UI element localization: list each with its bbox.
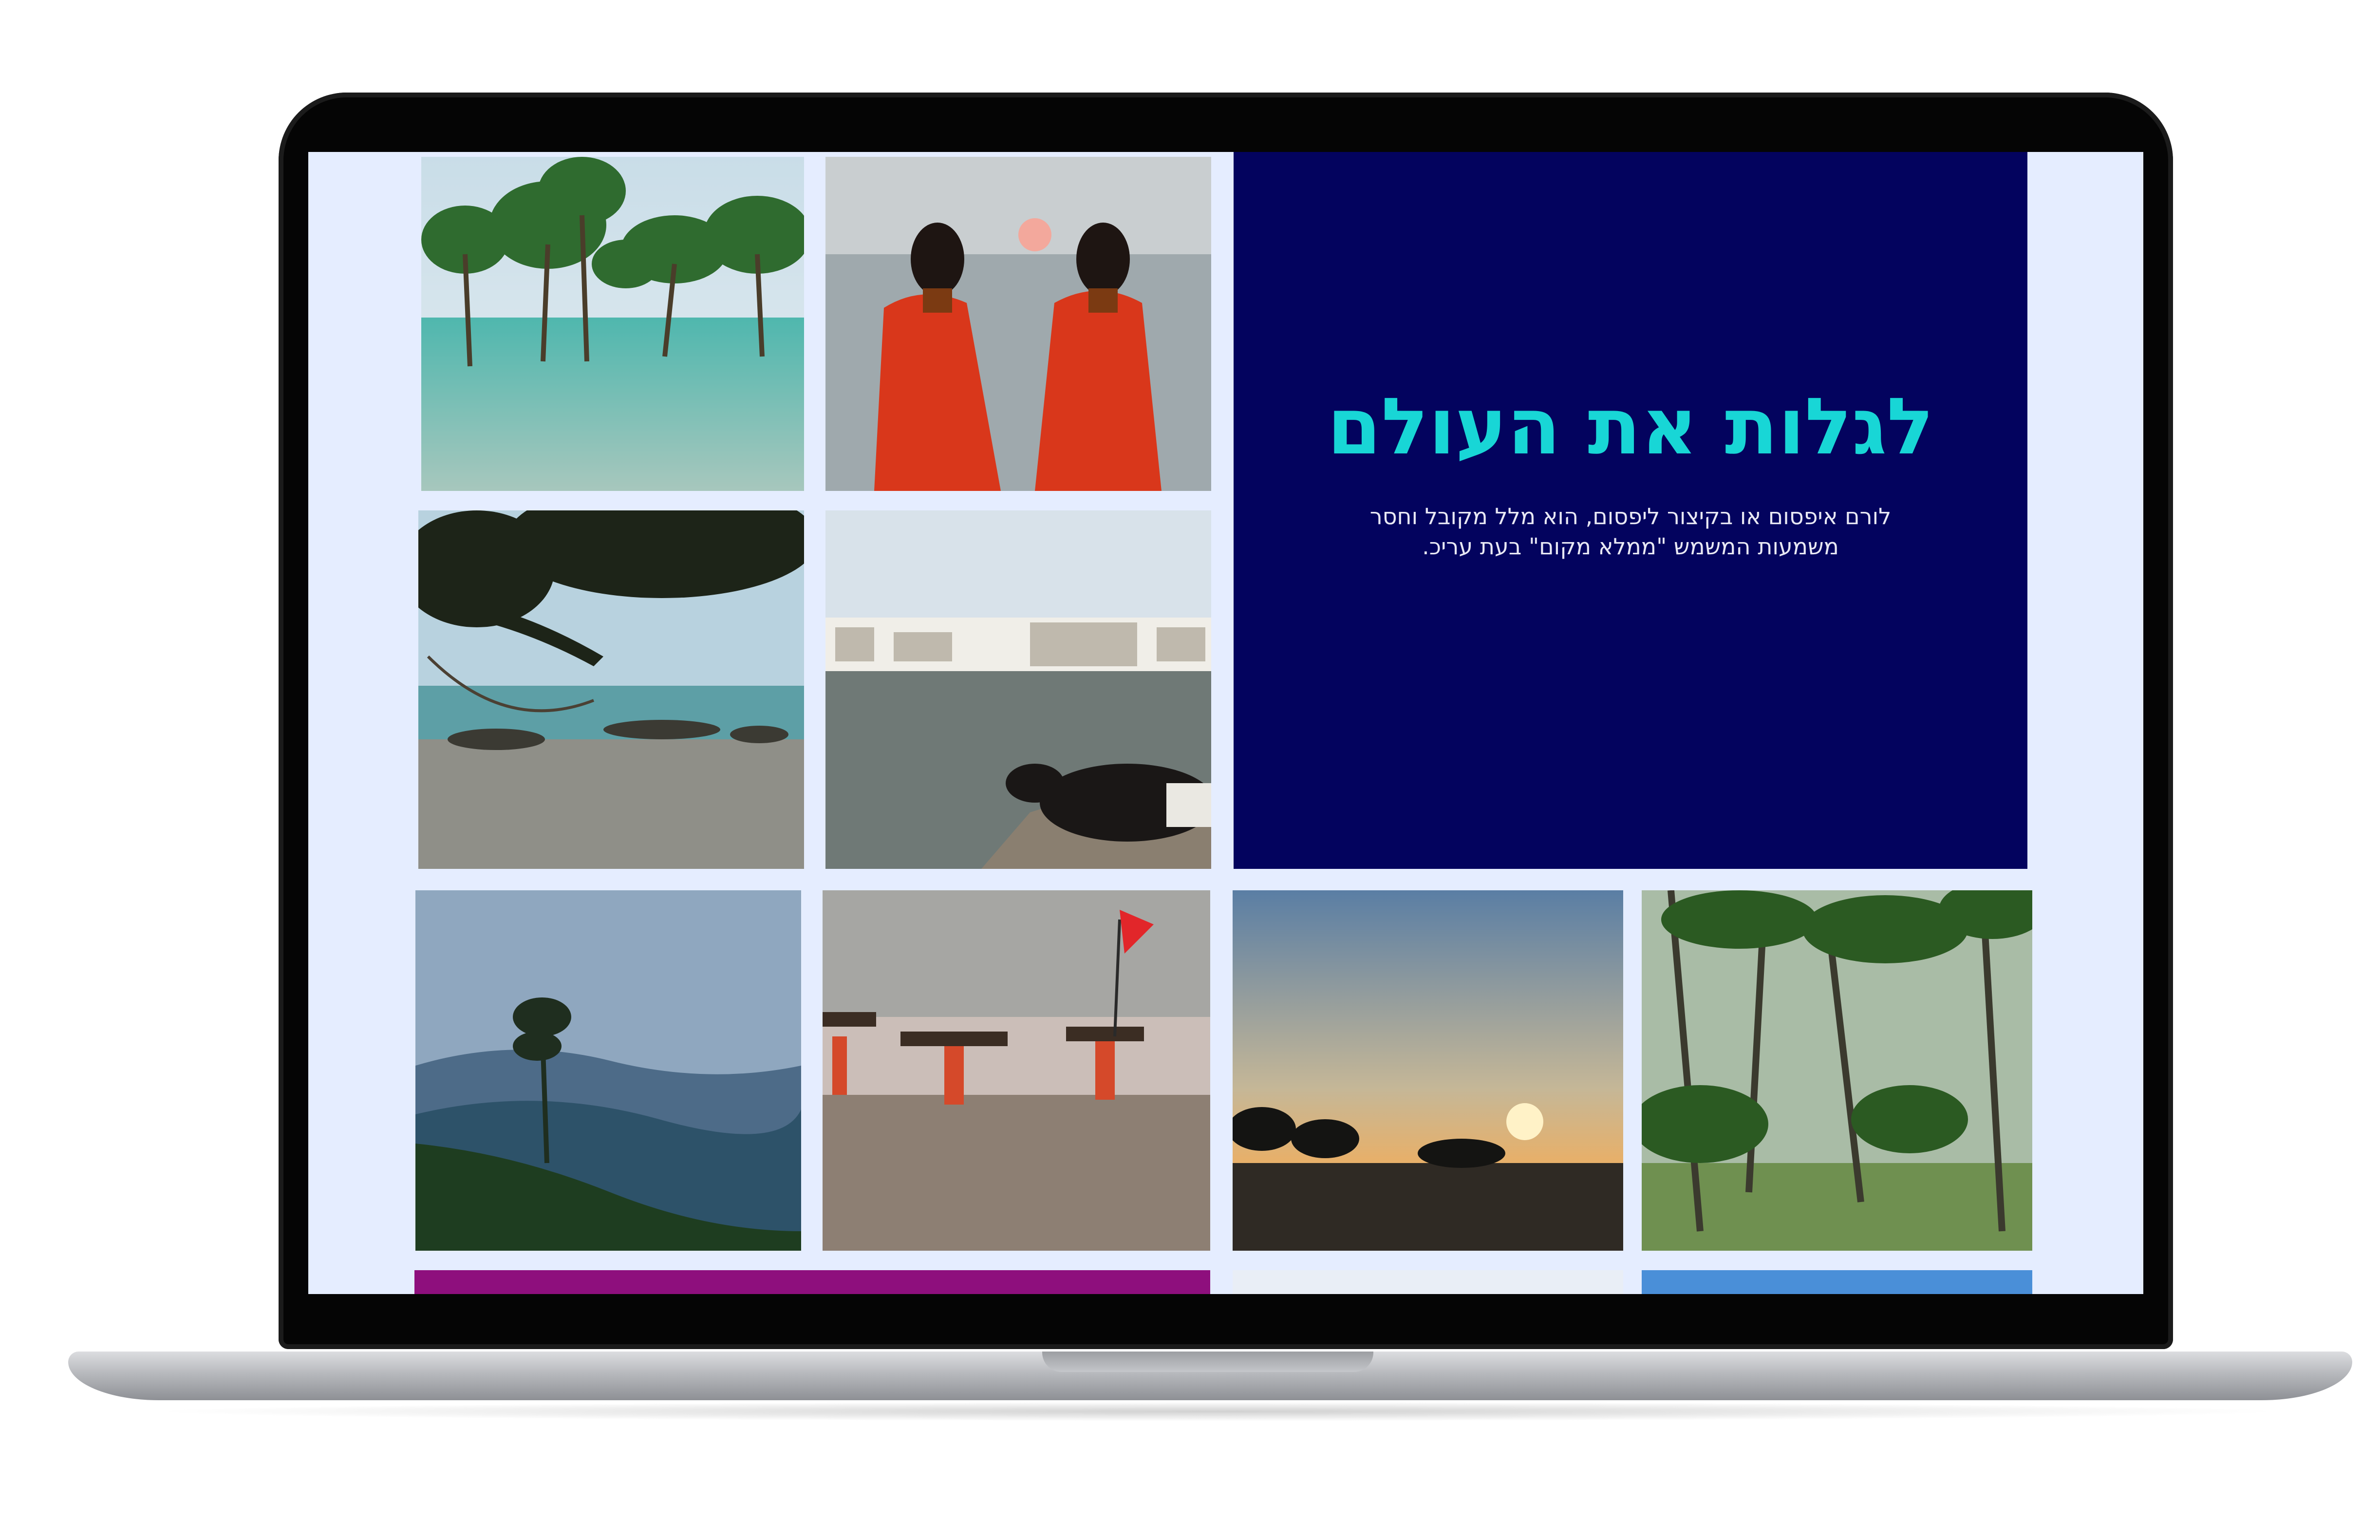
cow-by-lake-photo[interactable]	[825, 510, 1211, 869]
laptop-shadow	[146, 1402, 2289, 1421]
hero-title: לגלות את העולם	[1327, 381, 1934, 472]
two-women-sunset-photo[interactable]	[825, 157, 1211, 491]
hero-description: לורם איפסום או בקיצור ליפסום, הוא מלל מק…	[1369, 503, 1892, 560]
laptop-notch	[1042, 1352, 1373, 1372]
people-carrying-wood-beach-photo[interactable]	[823, 890, 1210, 1251]
beach-hammock-photo[interactable]	[418, 510, 804, 869]
palm-forest-photo[interactable]	[1642, 890, 2032, 1251]
mangrove-trees-photo[interactable]	[421, 157, 804, 491]
next-row-tile-magenta	[414, 1270, 1210, 1294]
next-row-tile-blue	[1642, 1270, 2032, 1294]
laptop-screen: לגלות את העולם לורם איפסום או בקיצור ליפ…	[308, 152, 2143, 1294]
hero-panel: לגלות את העולם לורם איפסום או בקיצור ליפ…	[1234, 152, 2027, 869]
next-row-tile-light	[1233, 1270, 1623, 1294]
misty-mountains-photo[interactable]	[415, 890, 801, 1251]
sunset-over-shore-photo[interactable]	[1233, 890, 1623, 1251]
